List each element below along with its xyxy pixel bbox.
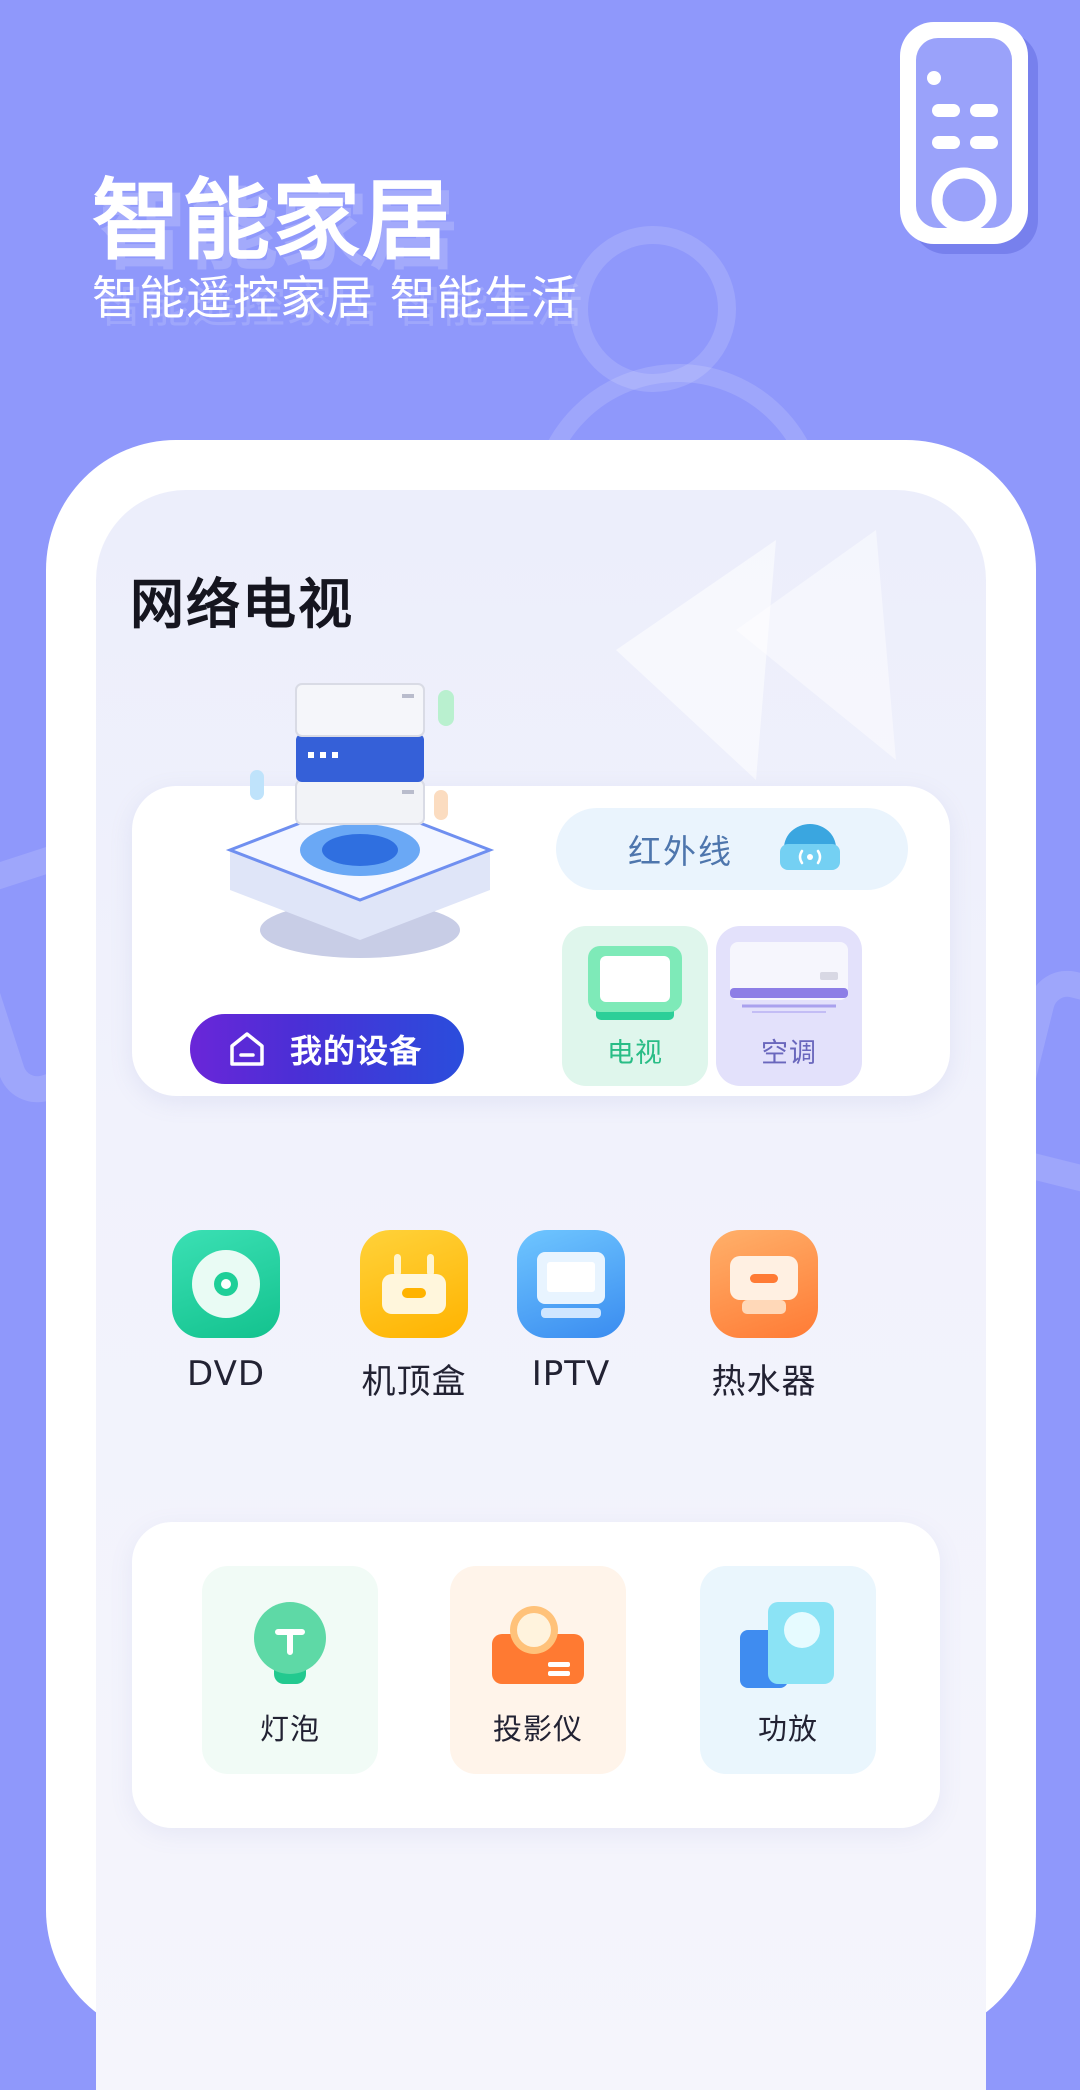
water-heater-icon (710, 1230, 818, 1338)
light-bulb-tile[interactable]: 灯泡 (202, 1566, 378, 1774)
set-top-box-app[interactable]: 机顶盒 (329, 1230, 499, 1430)
app-screen: 网络电视 我的设备 红外线 电视 空调 DVD 机顶盒 IPTV 热水器 灯泡 … (96, 490, 986, 2090)
dvd-disc-icon (172, 1230, 280, 1338)
infrared-button[interactable]: 红外线 (556, 808, 908, 890)
light-bulb-label: 灯泡 (259, 1712, 320, 1746)
hero-title: 智能家居 (92, 169, 453, 272)
air-conditioner-icon (730, 942, 848, 1013)
projector-icon (492, 1606, 584, 1684)
air-conditioner-label: 空调 (761, 1038, 817, 1069)
my-devices-label: 我的设备 (290, 1032, 423, 1070)
dvd-label: DVD (186, 1354, 266, 1394)
amplifier-tile[interactable]: 功放 (700, 1566, 876, 1774)
my-devices-button[interactable]: 我的设备 (190, 1014, 464, 1084)
water-heater-label: 热水器 (711, 1362, 817, 1402)
phone-mockup: 网络电视 我的设备 红外线 电视 空调 DVD 机顶盒 IPTV 热水器 灯泡 … (46, 440, 1036, 2090)
infrared-signal-icon (780, 824, 840, 870)
air-conditioner-tile[interactable]: 空调 (716, 926, 862, 1086)
hero-subtitle: 智能遥控家居 智能生活 (92, 271, 578, 325)
iptv-label: IPTV (531, 1354, 611, 1394)
server-illustration-icon (225, 683, 495, 958)
remote-control-icon (892, 20, 1042, 256)
amplifier-label: 功放 (757, 1712, 818, 1746)
decor-triangles (616, 530, 896, 780)
iptv-app[interactable]: IPTV (486, 1230, 656, 1430)
tv-label: 电视 (607, 1038, 663, 1069)
screen-title: 网络电视 (130, 573, 354, 636)
water-heater-app[interactable]: 热水器 (679, 1230, 849, 1430)
projector-label: 投影仪 (492, 1712, 583, 1746)
light-bulb-icon (254, 1602, 326, 1684)
infrared-label: 红外线 (628, 832, 733, 871)
home-icon (230, 1032, 264, 1066)
projector-tile[interactable]: 投影仪 (450, 1566, 626, 1774)
iptv-icon (517, 1230, 625, 1338)
amplifier-icon (740, 1602, 834, 1688)
tv-tile[interactable]: 电视 (562, 926, 708, 1086)
dvd-app[interactable]: DVD (141, 1230, 311, 1430)
set-top-box-label: 机顶盒 (361, 1362, 467, 1402)
set-top-box-icon (360, 1230, 468, 1338)
tv-icon (588, 946, 682, 1020)
